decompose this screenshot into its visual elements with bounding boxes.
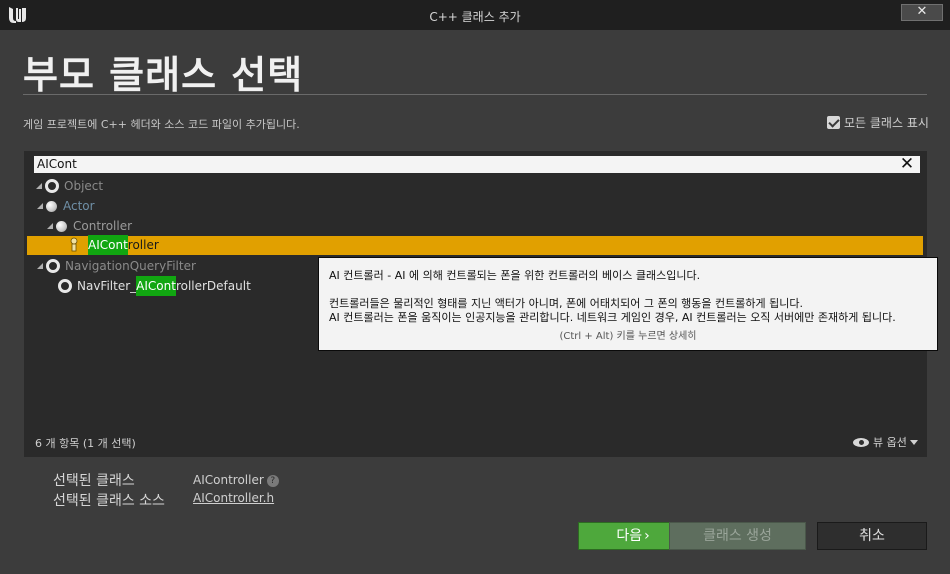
tree-item-label: Actor: [63, 199, 95, 213]
item-count: 6 개 항목 (1 개 선택): [35, 437, 136, 450]
tree-item-object[interactable]: Object: [36, 176, 103, 196]
expanded-arrow-icon[interactable]: [47, 223, 53, 229]
class-ring-icon: [58, 279, 72, 293]
cancel-button[interactable]: 취소: [817, 522, 927, 550]
title-divider: [23, 94, 927, 95]
class-ring-icon: [46, 259, 60, 273]
description-text: 게임 프로젝트에 C++ 헤더와 소스 코드 파일이 추가됩니다.: [23, 118, 300, 131]
tree-item-navigationqueryfilter[interactable]: NavigationQueryFilter: [37, 256, 196, 276]
close-icon: ✕: [916, 4, 928, 19]
help-icon[interactable]: ?: [266, 474, 279, 487]
view-options-label: 뷰 옵션: [873, 436, 907, 449]
title-bar: C++ 클래스 추가 ✕: [0, 0, 950, 30]
show-all-classes-label: 모든 클래스 표시: [844, 116, 929, 130]
search-match-highlight: AICont: [136, 276, 176, 296]
controller-sphere-icon: [56, 220, 67, 232]
checkbox-checked-icon: [827, 116, 840, 129]
window-title: C++ 클래스 추가: [429, 10, 521, 24]
chevron-right-icon: ›: [644, 528, 650, 544]
tree-item-label: Object: [64, 179, 104, 193]
tooltip-hint: (Ctrl + Alt) 키를 누르면 상세히: [559, 331, 697, 342]
selected-class-label: 선택된 클래스: [53, 473, 135, 489]
expanded-arrow-icon[interactable]: [36, 183, 42, 189]
tree-item-actor[interactable]: Actor: [37, 196, 95, 216]
selected-row-highlight: [27, 236, 923, 255]
eye-icon: [853, 437, 869, 447]
view-options-button[interactable]: 뷰 옵션: [853, 434, 918, 450]
tree-item-navfilter-aicontrollerdefault[interactable]: NavFilter_ AICont rollerDefault: [58, 276, 251, 296]
class-ring-icon: [45, 179, 59, 193]
close-button[interactable]: ✕: [901, 4, 943, 21]
selected-class-name: AIController: [193, 473, 264, 487]
clear-search-icon[interactable]: ✕: [897, 154, 917, 174]
tree-item-controller[interactable]: Controller: [47, 216, 132, 236]
class-tooltip: AI 컨트롤러 - AI 에 의해 컨트롤되는 폰을 위한 컨트롤러의 베이스 …: [318, 257, 938, 351]
page-title: 부모 클래스 선택: [23, 53, 304, 97]
class-search-input[interactable]: AICont: [34, 156, 920, 173]
tooltip-detail-2: AI 컨트롤러는 폰을 움직이는 인공지능을 관리합니다. 네트워크 게임인 경…: [329, 311, 896, 324]
tree-item-label: roller: [127, 238, 159, 252]
create-class-button[interactable]: 클래스 생성: [669, 522, 806, 550]
tree-item-label: rollerDefault: [175, 279, 251, 293]
ai-controller-icon: [70, 237, 78, 252]
expanded-arrow-icon[interactable]: [37, 263, 43, 269]
next-button-label: 다음: [616, 528, 643, 544]
selected-class-source-link[interactable]: AIController.h: [193, 491, 274, 505]
search-match-highlight: AICont: [88, 235, 128, 255]
selected-class-value: AIController?: [193, 473, 279, 487]
tooltip-summary: AI 컨트롤러 - AI 에 의해 컨트롤되는 폰을 위한 컨트롤러의 베이스 …: [329, 269, 701, 282]
tree-item-label: NavigationQueryFilter: [65, 259, 196, 273]
tree-item-aicontroller[interactable]: AICont roller: [68, 235, 159, 255]
tree-item-label-prefix: NavFilter_: [77, 279, 137, 293]
actor-sphere-icon: [46, 200, 57, 212]
expanded-arrow-icon[interactable]: [37, 203, 43, 209]
tree-item-label: Controller: [73, 219, 133, 233]
selected-class-source-label: 선택된 클래스 소스: [53, 493, 165, 509]
chevron-down-icon: [909, 439, 918, 445]
show-all-classes-checkbox[interactable]: 모든 클래스 표시: [827, 114, 929, 131]
